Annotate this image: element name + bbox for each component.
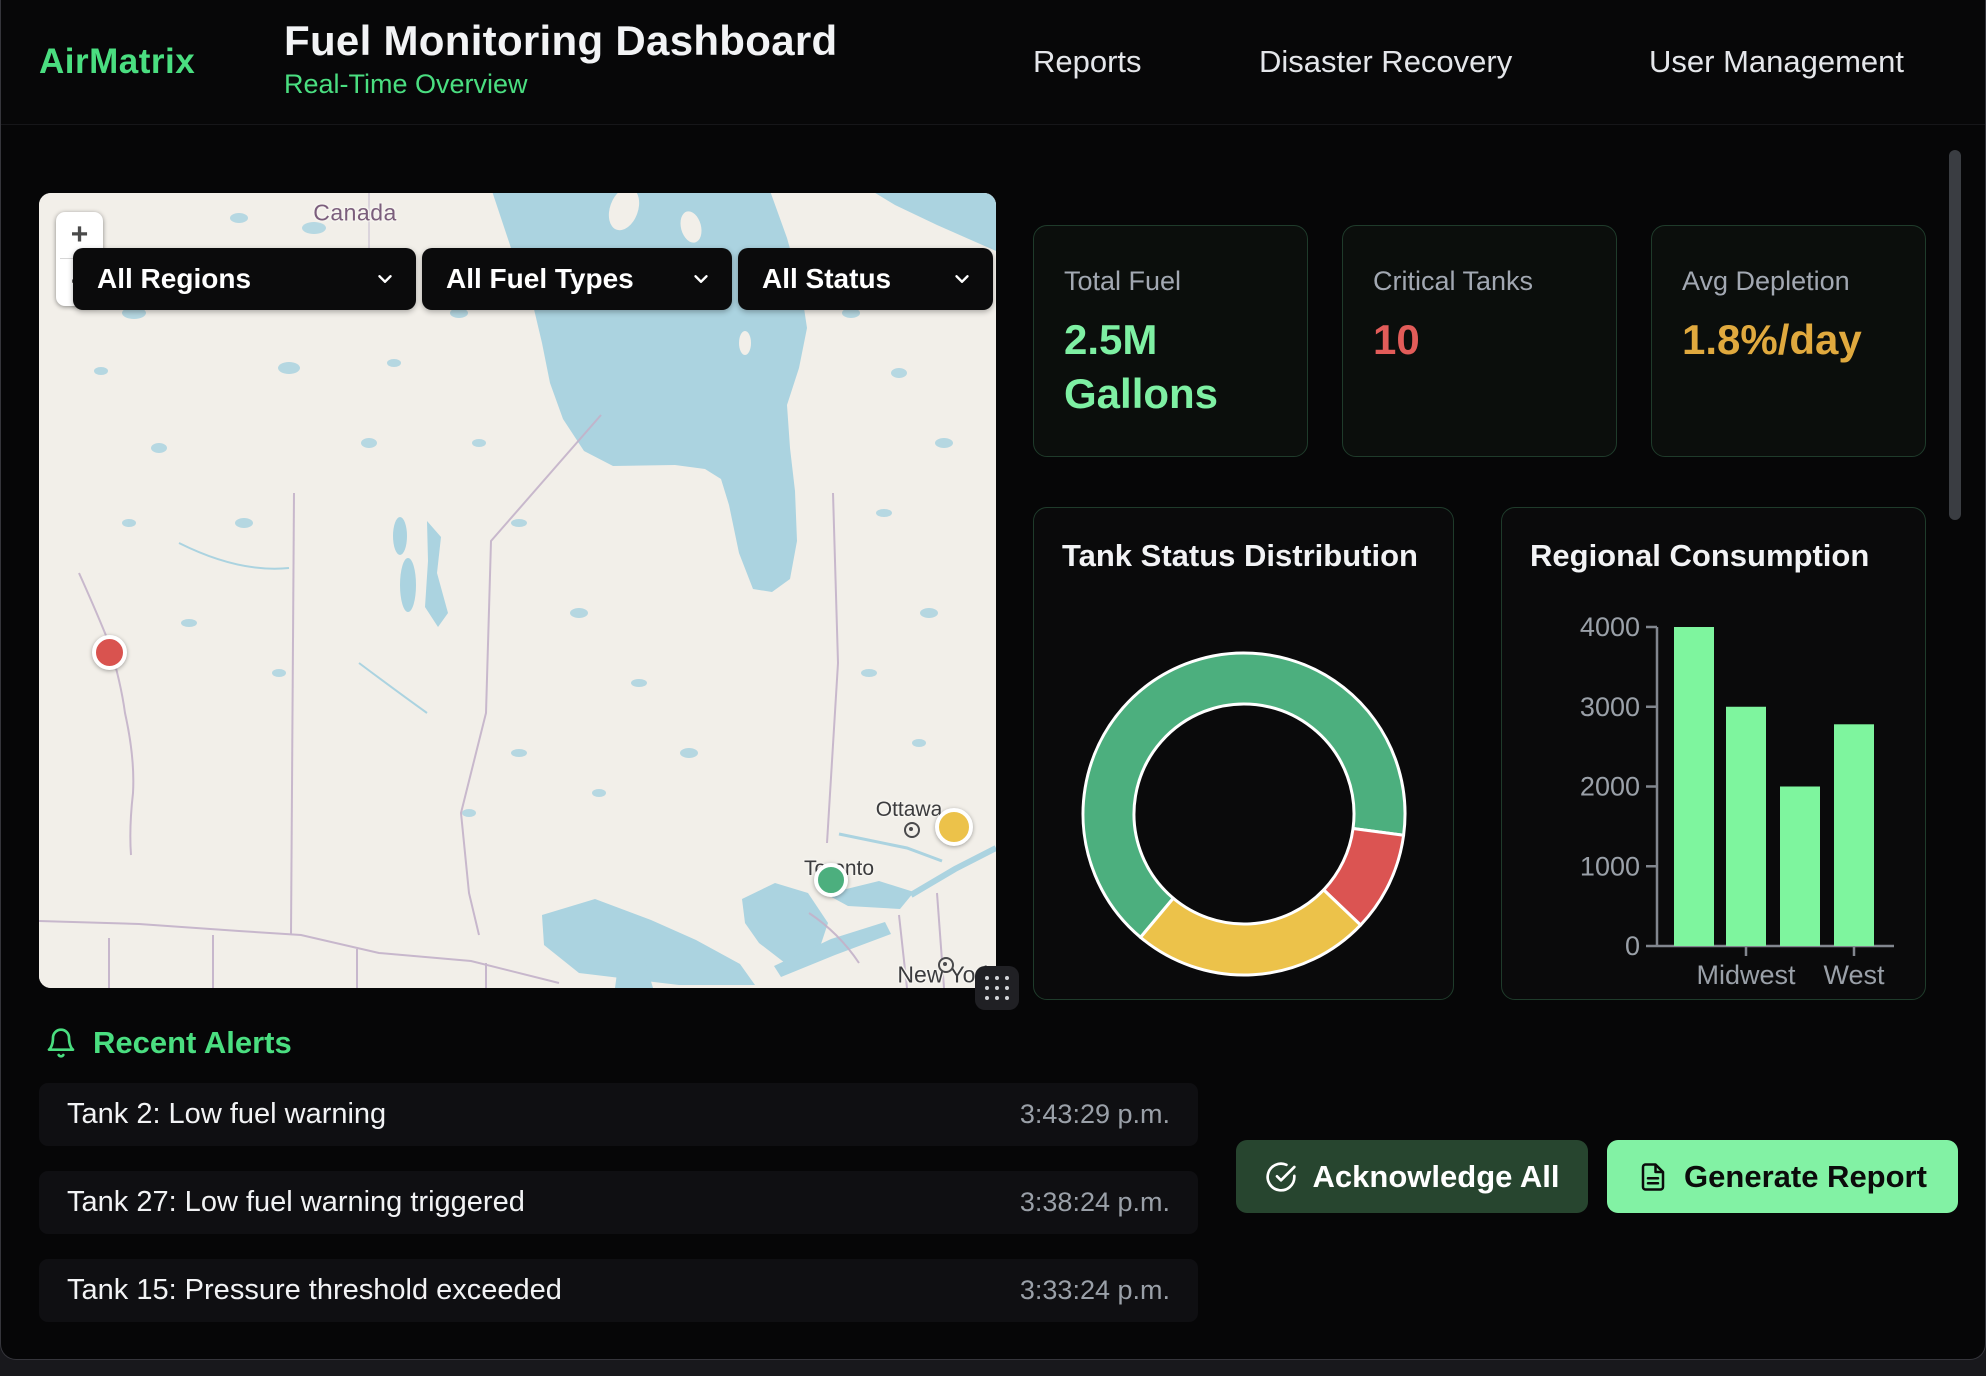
new-york-city-icon: [938, 957, 954, 973]
map-marker-normal[interactable]: [814, 863, 848, 897]
stat-label: Total Fuel: [1064, 266, 1277, 297]
region-filter-label: All Regions: [97, 263, 251, 295]
chevron-down-icon: [374, 268, 396, 290]
alert-row[interactable]: Tank 27: Low fuel warning triggered 3:38…: [39, 1171, 1198, 1234]
dashboard-shell: AirMatrix Fuel Monitoring Dashboard Real…: [0, 0, 1986, 1360]
check-circle-icon: [1265, 1161, 1297, 1193]
region-filter-dropdown[interactable]: All Regions: [73, 248, 416, 310]
stat-card-avg-depletion: Avg Depletion 1.8%/day: [1651, 225, 1926, 457]
fuel-type-filter-dropdown[interactable]: All Fuel Types: [422, 248, 732, 310]
bar: [1726, 707, 1766, 946]
bar: [1834, 724, 1874, 946]
bell-icon: [45, 1027, 77, 1059]
stat-card-total-fuel: Total Fuel 2.5M Gallons: [1033, 225, 1308, 457]
stat-value: 10: [1373, 313, 1586, 367]
page-title: Fuel Monitoring Dashboard: [284, 17, 837, 65]
map-marker-warning[interactable]: [935, 808, 973, 846]
bar: [1674, 627, 1714, 946]
ottawa-city-icon: [904, 822, 920, 838]
nav-reports[interactable]: Reports: [1033, 0, 1142, 124]
acknowledge-all-label: Acknowledge All: [1313, 1159, 1560, 1195]
stat-value: 1.8%/day: [1682, 313, 1895, 367]
stat-cards: Total Fuel 2.5M Gallons Critical Tanks 1…: [1033, 225, 1926, 457]
resize-drag-handle[interactable]: [975, 966, 1019, 1010]
map-label-canada: Canada: [313, 200, 397, 227]
regional-consumption-chart-card: Regional Consumption 01000200030004000Mi…: [1501, 507, 1926, 1000]
alert-timestamp: 3:38:24 p.m.: [1020, 1187, 1170, 1218]
fuel-type-filter-label: All Fuel Types: [446, 263, 634, 295]
chevron-down-icon: [690, 268, 712, 290]
recent-alerts-header: Recent Alerts: [45, 1025, 292, 1061]
generate-report-button[interactable]: Generate Report: [1607, 1140, 1958, 1213]
alert-timestamp: 3:43:29 p.m.: [1020, 1099, 1170, 1130]
map-panel[interactable]: Canada Ottawa Toronto New York + − All R…: [39, 193, 996, 988]
recent-alerts-title: Recent Alerts: [93, 1025, 292, 1061]
document-icon: [1638, 1162, 1668, 1192]
svg-text:0: 0: [1625, 931, 1640, 961]
svg-text:Midwest: Midwest: [1696, 960, 1796, 990]
regional-consumption-bar-chart: 0 1000 2000 3000 4000 Midwest West: [1502, 508, 1925, 999]
tank-status-donut-chart: [1034, 508, 1453, 999]
svg-text:West: West: [1823, 960, 1885, 990]
alert-timestamp: 3:33:24 p.m.: [1020, 1275, 1170, 1306]
map-filters: All Regions All Fuel Types All Status: [73, 248, 993, 310]
brand-logo[interactable]: AirMatrix: [39, 0, 195, 124]
map-label-ottawa: Ottawa: [876, 798, 943, 822]
app-header: AirMatrix Fuel Monitoring Dashboard Real…: [1, 0, 1985, 125]
alert-message: Tank 2: Low fuel warning: [67, 1098, 386, 1131]
stat-card-critical-tanks: Critical Tanks 10: [1342, 225, 1617, 457]
alert-message: Tank 27: Low fuel warning triggered: [67, 1186, 525, 1219]
acknowledge-all-button[interactable]: Acknowledge All: [1236, 1140, 1588, 1213]
svg-text:4000: 4000: [1580, 612, 1640, 642]
status-filter-label: All Status: [762, 263, 891, 295]
svg-text:1000: 1000: [1580, 851, 1640, 881]
svg-text:3000: 3000: [1580, 692, 1640, 722]
alert-row[interactable]: Tank 15: Pressure threshold exceeded 3:3…: [39, 1259, 1198, 1322]
alert-row[interactable]: Tank 2: Low fuel warning 3:43:29 p.m.: [39, 1083, 1198, 1146]
stat-label: Critical Tanks: [1373, 266, 1586, 297]
page-title-block: Fuel Monitoring Dashboard Real-Time Over…: [284, 17, 837, 100]
page-subtitle: Real-Time Overview: [284, 69, 837, 100]
bar: [1780, 787, 1820, 947]
svg-text:2000: 2000: [1580, 772, 1640, 802]
stat-label: Avg Depletion: [1682, 266, 1895, 297]
scrollbar-thumb[interactable]: [1949, 150, 1961, 520]
donut-segment-warning: [1141, 890, 1361, 975]
nav-disaster-recovery[interactable]: Disaster Recovery: [1259, 0, 1512, 124]
alert-message: Tank 15: Pressure threshold exceeded: [67, 1274, 562, 1307]
dashboard-root: AirMatrix Fuel Monitoring Dashboard Real…: [0, 0, 1986, 1376]
status-filter-dropdown[interactable]: All Status: [738, 248, 993, 310]
chevron-down-icon: [951, 268, 973, 290]
tank-status-chart-card: Tank Status Distribution: [1033, 507, 1454, 1000]
map-marker-critical[interactable]: [92, 635, 127, 670]
stat-value: 2.5M Gallons: [1064, 313, 1277, 421]
nav-user-management[interactable]: User Management: [1649, 0, 1904, 124]
generate-report-label: Generate Report: [1684, 1159, 1927, 1195]
